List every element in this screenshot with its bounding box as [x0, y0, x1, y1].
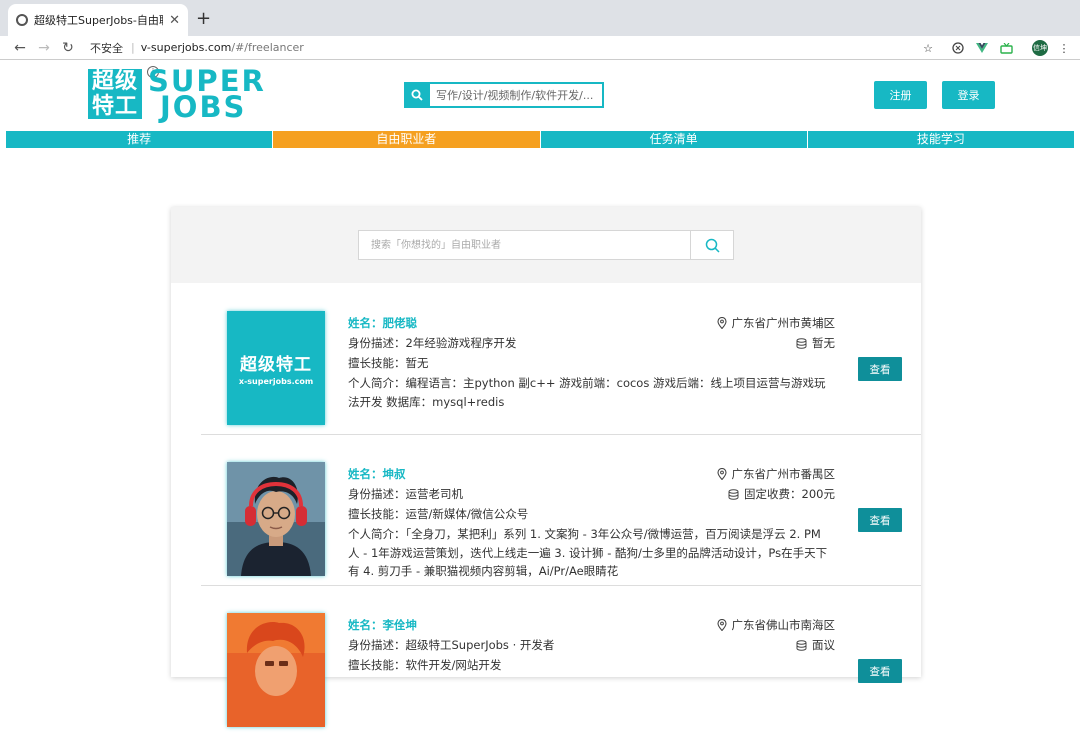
url-host: v-superjobs.com: [140, 41, 232, 54]
vue-devtools-icon[interactable]: [974, 40, 990, 56]
freelancer-avatar[interactable]: [227, 462, 325, 576]
freelancer-meta: 广东省佛山市南海区 面议: [716, 615, 836, 655]
location-icon: [716, 619, 727, 631]
logo-mark: 超级 特工: [88, 69, 142, 119]
nav-item-tasks[interactable]: 任务清单: [540, 131, 808, 148]
url-path: /#/freelancer: [231, 41, 304, 54]
omnibox[interactable]: i 不安全 | v-superjobs.com /#/freelancer: [90, 40, 304, 78]
freelancer-search: [358, 230, 734, 260]
search-icon[interactable]: [690, 231, 733, 259]
name-label: 姓名：: [348, 316, 383, 330]
freelancer-name[interactable]: 坤叔: [383, 467, 406, 481]
site-header: 超级 特工 SUPER JOBS 注册 登录: [0, 60, 1080, 130]
freelancer-card: 超级特工 x-superjobs.com 姓名：肥佬聪 身份描述：2年经验游戏程…: [201, 283, 921, 435]
header-search-input[interactable]: [436, 88, 596, 102]
reload-icon[interactable]: ↻: [56, 40, 80, 56]
login-button[interactable]: 登录: [942, 81, 995, 109]
profile-avatar[interactable]: 信坤: [1032, 40, 1048, 56]
header-search: [404, 82, 604, 108]
logo-wordmark: SUPER JOBS: [148, 64, 266, 124]
freelancer-fee: 面议: [812, 638, 835, 652]
site-logo[interactable]: 超级 特工 SUPER JOBS: [88, 64, 266, 124]
freelancer-location: 广东省广州市黄埔区: [731, 316, 836, 330]
search-icon[interactable]: [404, 82, 430, 108]
browser-menu-icon[interactable]: ⋮: [1056, 40, 1072, 56]
view-button[interactable]: 查看: [858, 508, 902, 532]
nav-item-learning[interactable]: 技能学习: [807, 131, 1074, 148]
freelancer-skills: 擅长技能：运营/新媒体/微信公众号: [348, 507, 529, 521]
freelancer-avatar[interactable]: [227, 613, 325, 727]
nav-item-recommend[interactable]: 推荐: [6, 131, 274, 148]
freelancer-search-area: [171, 207, 921, 283]
name-label: 姓名：: [348, 618, 383, 632]
back-icon[interactable]: ←: [8, 40, 32, 56]
freelancer-fee: 固定收费：200元: [744, 487, 835, 501]
extension-icon[interactable]: [950, 40, 966, 56]
tv-extension-icon[interactable]: [998, 40, 1014, 56]
freelancer-panel: 超级特工 x-superjobs.com 姓名：肥佬聪 身份描述：2年经验游戏程…: [171, 207, 921, 727]
coins-icon: [796, 337, 807, 349]
freelancer-avatar[interactable]: 超级特工 x-superjobs.com: [227, 311, 325, 425]
freelancer-bio: 个人简介：编程语言：主python 副c++ 游戏前端：cocos 游戏后端：线…: [348, 376, 826, 409]
main-nav: 推荐 自由职业者 任务清单 技能学习: [6, 131, 1074, 148]
freelancer-meta: 广东省广州市黄埔区 暂无: [716, 313, 836, 353]
location-icon: [716, 317, 727, 329]
freelancer-search-input[interactable]: [359, 231, 690, 259]
location-icon: [716, 468, 727, 480]
coins-icon: [728, 488, 739, 500]
freelancer-location: 广东省广州市番禺区: [731, 467, 836, 481]
freelancer-card: 姓名：李佺坤 身份描述：超级特工SuperJobs · 开发者 擅长技能：软件开…: [201, 585, 921, 737]
tab-title: 超级特工SuperJobs-自由职业者: [34, 14, 163, 27]
name-label: 姓名：: [348, 467, 383, 481]
close-tab-icon[interactable]: ✕: [169, 13, 180, 28]
freelancer-name[interactable]: 李佺坤: [383, 618, 418, 632]
coins-icon: [796, 639, 807, 651]
divider: |: [131, 41, 135, 54]
browser-tab[interactable]: 超级特工SuperJobs-自由职业者 ✕: [8, 4, 188, 36]
view-button[interactable]: 查看: [858, 659, 902, 683]
freelancer-name[interactable]: 肥佬聪: [383, 316, 418, 330]
register-button[interactable]: 注册: [874, 81, 927, 109]
freelancer-fee: 暂无: [812, 336, 835, 350]
freelancer-skills: 擅长技能：暂无: [348, 356, 429, 370]
address-bar: ← → ↻ i 不安全 | v-superjobs.com /#/freelan…: [0, 36, 1080, 78]
forward-icon[interactable]: →: [32, 40, 56, 56]
view-button[interactable]: 查看: [858, 357, 902, 381]
globe-icon: [16, 14, 28, 26]
freelancer-location: 广东省佛山市南海区: [731, 618, 836, 632]
freelancer-bio: 个人简介：「全身刀，某把利」系列 1. 文案狗 - 3年公众号/微博运营，百万阅…: [348, 527, 828, 578]
bookmark-star-icon[interactable]: ☆: [920, 40, 936, 56]
browser-tab-strip: 超级特工SuperJobs-自由职业者 ✕ +: [0, 0, 1080, 36]
nav-item-freelancers[interactable]: 自由职业者: [273, 131, 541, 148]
freelancer-card: 姓名：坤叔 身份描述：运营老司机 擅长技能：运营/新媒体/微信公众号 个人简介：…: [201, 434, 921, 586]
freelancer-meta: 广东省广州市番禺区 固定收费：200元: [716, 464, 836, 504]
security-label: 不安全: [90, 41, 123, 55]
new-tab-icon[interactable]: +: [196, 8, 211, 29]
freelancer-skills: 擅长技能：软件开发/网站开发: [348, 658, 502, 672]
